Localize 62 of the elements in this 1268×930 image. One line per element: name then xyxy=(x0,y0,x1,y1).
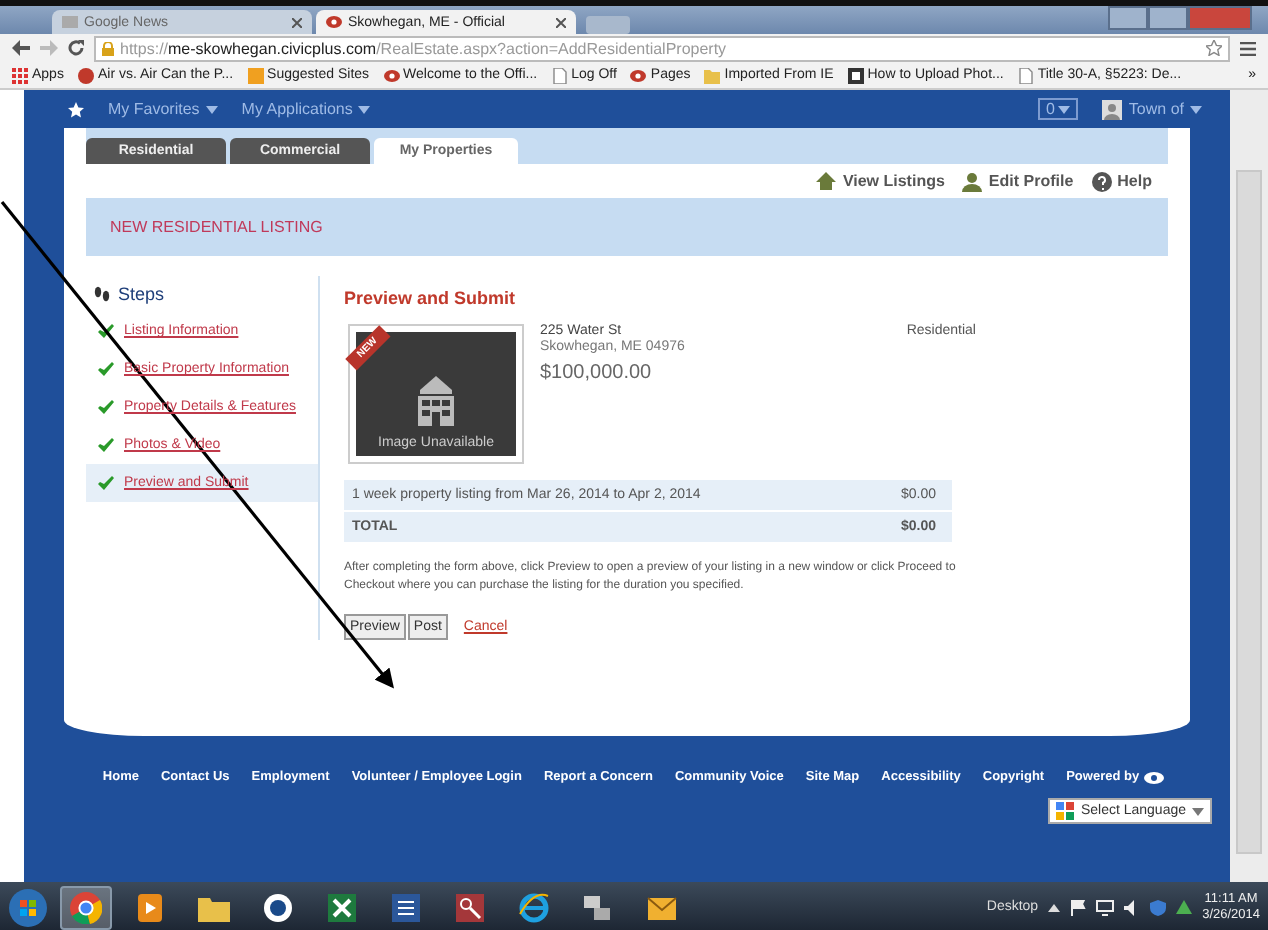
document-icon xyxy=(390,891,422,923)
caret-icon xyxy=(1190,105,1202,113)
civic-logo-icon xyxy=(630,67,647,83)
ring-icon xyxy=(262,891,294,923)
monitor-icon[interactable] xyxy=(1096,899,1115,915)
section-title: Preview and Submit xyxy=(344,286,518,312)
building-icon xyxy=(412,374,460,426)
back-icon[interactable] xyxy=(12,40,30,56)
url-text: https://me-skowhegan.civicplus.com/RealEstate.aspx?action=AddResidentialProperty xyxy=(120,39,727,57)
news-icon xyxy=(62,16,78,28)
caret-icon xyxy=(1192,807,1204,815)
spreadsheet-icon xyxy=(326,891,358,923)
civic-logo-icon xyxy=(383,67,400,83)
suggested-sites-icon xyxy=(247,67,264,83)
menu-icon[interactable] xyxy=(1240,41,1256,55)
close-icon[interactable] xyxy=(556,17,566,27)
avatar-icon xyxy=(1102,99,1123,119)
address-bar[interactable]: https://me-skowhegan.civicplus.com/RealEstate.aspx?action=AddResidentialProperty xyxy=(94,35,1230,61)
mail-icon xyxy=(646,891,678,923)
civic-logo-icon xyxy=(1143,771,1164,783)
drive-icon[interactable] xyxy=(1176,899,1193,915)
browser-e-icon xyxy=(518,891,550,923)
help-icon xyxy=(1091,171,1112,191)
listing-price: $100,000.00 xyxy=(540,362,654,384)
start-orb-icon[interactable] xyxy=(8,887,48,927)
taskbar-app-button[interactable] xyxy=(60,885,112,929)
document-icon xyxy=(847,67,864,83)
apps-icon xyxy=(12,67,28,83)
show-hidden-icons-icon[interactable] xyxy=(1048,903,1061,911)
caret-icon xyxy=(1058,105,1071,113)
nav-menu[interactable]: My Applications xyxy=(241,100,371,118)
close-icon[interactable] xyxy=(292,17,302,27)
counter-menu[interactable]: 0 xyxy=(1037,98,1079,120)
lock-icon xyxy=(102,41,114,55)
toolbar-link[interactable]: Edit Profile xyxy=(962,171,1074,191)
folder-icon xyxy=(704,67,721,83)
page-heading: NEW RESIDENTIAL LISTING xyxy=(108,216,325,240)
star-icon[interactable] xyxy=(68,101,84,117)
chrome-icon xyxy=(70,891,102,923)
page-icon xyxy=(1017,67,1034,83)
network-icon xyxy=(582,891,614,923)
toolbar-link[interactable]: View Listings xyxy=(816,171,945,191)
user-menu[interactable]: Town of xyxy=(1102,99,1202,119)
caret-icon xyxy=(358,105,371,113)
scroll-thumb[interactable] xyxy=(1236,170,1262,854)
user-icon xyxy=(962,171,983,191)
translate-icon xyxy=(1056,802,1075,820)
shield-icon[interactable] xyxy=(1150,899,1167,915)
caret-icon xyxy=(205,105,218,113)
nav-menu[interactable]: My Favorites xyxy=(108,100,218,118)
civic-logo-icon xyxy=(326,16,342,28)
flag-icon[interactable] xyxy=(1070,899,1087,915)
footprints-icon xyxy=(94,286,110,302)
home-icon xyxy=(816,171,837,191)
site-icon xyxy=(77,67,94,83)
steps-heading: Steps xyxy=(86,276,318,312)
reload-icon[interactable] xyxy=(68,40,84,56)
toolbar-link[interactable]: Help xyxy=(1091,171,1152,191)
media-player-icon xyxy=(134,891,166,923)
star-icon[interactable] xyxy=(1206,40,1222,56)
page-icon xyxy=(551,67,568,83)
scrollbar[interactable] xyxy=(1230,90,1268,882)
